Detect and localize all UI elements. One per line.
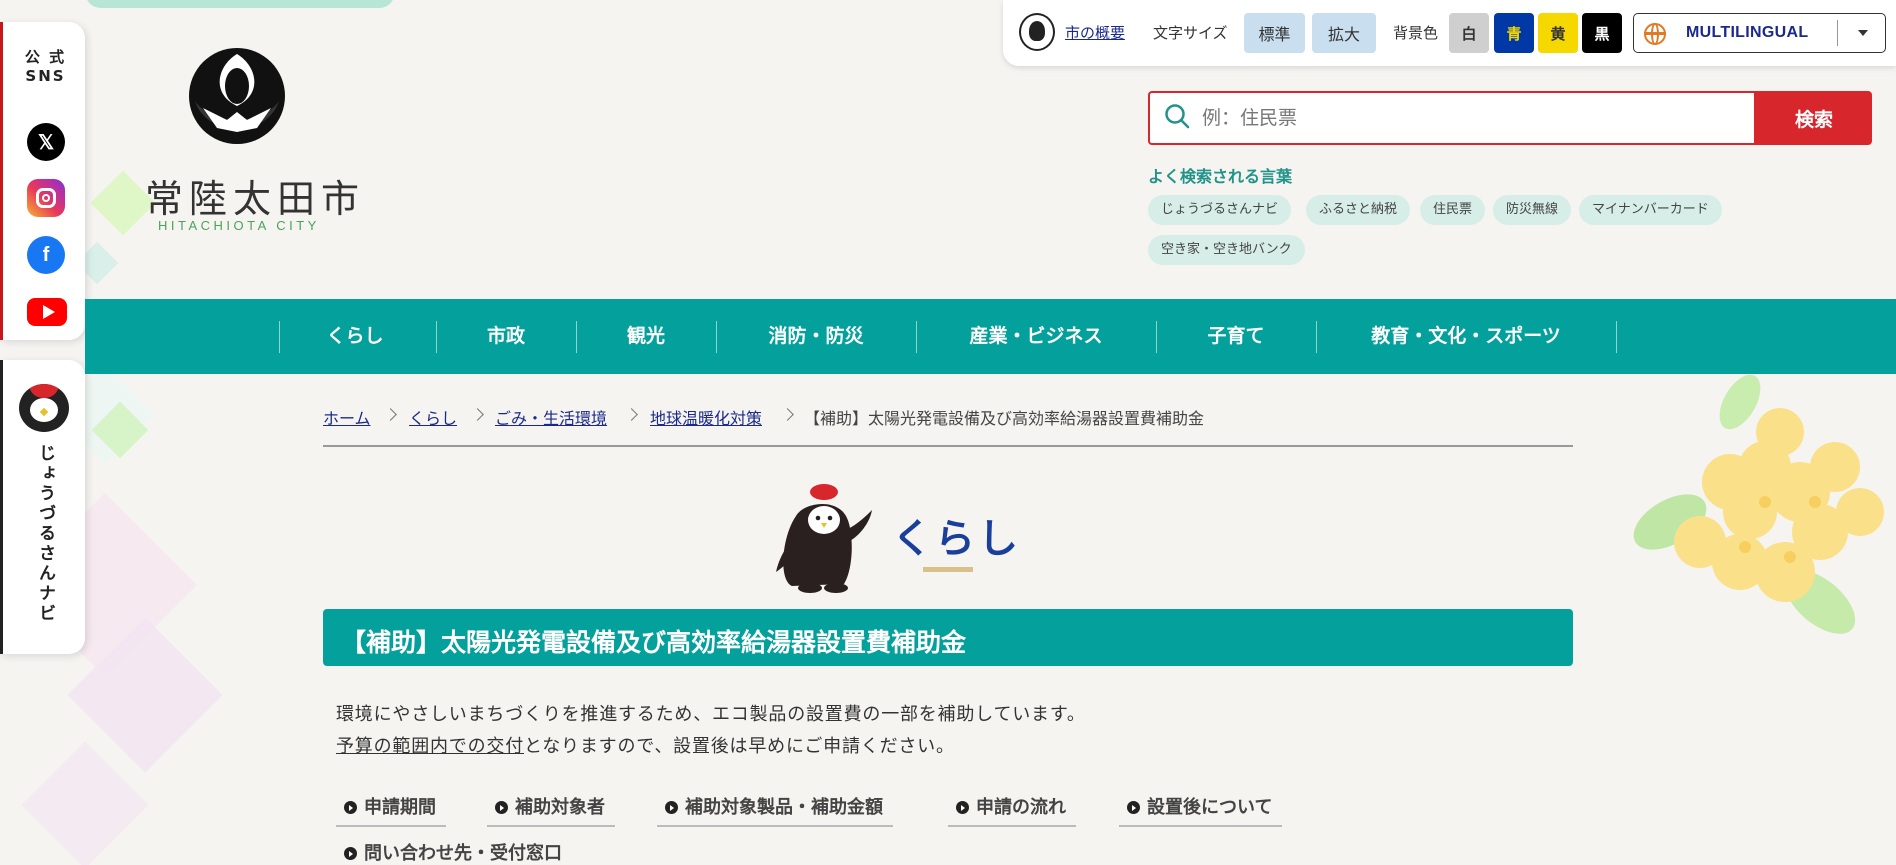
popular-keyword-chip[interactable]: ふるさと納税 xyxy=(1306,195,1411,225)
breadcrumb-current: 【補助】太陽光発電設備及び高効率給湯器設置費補助金 xyxy=(804,409,1205,428)
flower-illustration xyxy=(1633,374,1884,634)
bg-yellow-button[interactable]: 黄 xyxy=(1538,13,1578,53)
anchor-link[interactable]: 問い合わせ先・受付窓口 xyxy=(336,839,572,865)
city-name-english: HITACHIOTA CITY xyxy=(158,218,320,233)
navi-label[interactable]: じょうづるさんナビ xyxy=(3,444,88,644)
background-color-label: 背景色 xyxy=(1393,24,1439,42)
language-select[interactable]: MULTILINGUAL xyxy=(1633,13,1886,53)
anchor-link[interactable]: 申請の流れ xyxy=(948,793,1076,827)
arrow-circle-icon xyxy=(344,801,357,814)
facebook-icon[interactable]: f xyxy=(27,236,65,274)
font-size-standard-button[interactable]: 標準 xyxy=(1244,13,1305,53)
gnav-item-bosai[interactable]: 消防・防災 xyxy=(716,299,916,374)
gnav-item-shisei[interactable]: 市政 xyxy=(436,299,576,374)
breadcrumb-gomi[interactable]: ごみ・生活環境 xyxy=(495,405,607,429)
bg-white-button[interactable]: 白 xyxy=(1449,13,1489,53)
gnav-item-kosodate[interactable]: 子育て xyxy=(1156,299,1316,374)
navi-panel[interactable]: じょうづるさんナビ xyxy=(0,360,85,654)
gnav-item-kyoiku[interactable]: 教育・文化・スポーツ xyxy=(1316,299,1616,374)
arrow-circle-icon xyxy=(665,801,678,814)
arrow-circle-icon xyxy=(1127,801,1140,814)
search-input[interactable] xyxy=(1202,93,1742,143)
budget-link[interactable]: 予算の範囲内での交付 xyxy=(336,736,524,757)
anchor-link[interactable]: 補助対象製品・補助金額 xyxy=(657,793,893,827)
anchor-link[interactable]: 申請期間 xyxy=(336,793,446,827)
city-emblem-small-icon xyxy=(1019,13,1055,51)
youtube-icon[interactable] xyxy=(27,298,67,326)
divider xyxy=(323,445,1573,447)
globe-icon xyxy=(1644,23,1666,45)
city-emblem-icon[interactable] xyxy=(187,46,287,150)
bg-black-button[interactable]: 黒 xyxy=(1582,13,1622,53)
category-underline xyxy=(923,567,973,572)
search-button[interactable]: 検索 xyxy=(1756,91,1872,145)
popular-keyword-chip[interactable]: 空き家・空き地バンク xyxy=(1148,235,1305,265)
anchor-link[interactable]: 設置後について xyxy=(1119,793,1283,827)
chevron-right-icon xyxy=(625,408,638,421)
breadcrumb-home[interactable]: ホーム xyxy=(323,405,371,429)
popular-keyword-chip[interactable]: 住民票 xyxy=(1420,195,1486,225)
arrow-circle-icon xyxy=(344,847,357,860)
gnav-item-kurashi[interactable]: くらし xyxy=(279,299,431,374)
popular-keyword-chip[interactable]: マイナンバーカード xyxy=(1579,195,1722,225)
font-size-large-button[interactable]: 拡大 xyxy=(1312,13,1376,53)
mascot-icon xyxy=(776,484,872,593)
breadcrumb-kurashi[interactable]: くらし xyxy=(409,405,457,429)
chevron-right-icon xyxy=(471,408,484,421)
intro-text-2: 予算の範囲内での交付となりますので、設置後は早めにご申請ください。 xyxy=(336,736,955,757)
chevron-right-icon xyxy=(384,408,397,421)
utility-bar: 市の概要 文字サイズ 標準 拡大 背景色 白 青 黄 黒 MULTILINGUA… xyxy=(1003,0,1896,66)
global-navigation: くらし 市政 観光 消防・防災 産業・ビジネス 子育て 教育・文化・スポーツ xyxy=(85,299,1896,374)
search-box xyxy=(1148,91,1756,145)
gnav-item-business[interactable]: 産業・ビジネス xyxy=(916,299,1156,374)
sns-title: 公 式 SNS xyxy=(24,48,67,85)
bg-blue-button[interactable]: 青 xyxy=(1494,13,1534,53)
anchor-link[interactable]: 補助対象者 xyxy=(487,793,615,827)
category-title: くらし xyxy=(892,516,1021,562)
breadcrumb-ondanka[interactable]: 地球温暖化対策 xyxy=(650,405,762,429)
language-select-value: MULTILINGUAL xyxy=(1686,24,1809,41)
search-icon xyxy=(1165,104,1190,129)
chevron-right-icon xyxy=(781,408,794,421)
popular-keywords-title: よく検索される言葉 xyxy=(1148,167,1293,186)
arrow-circle-icon xyxy=(956,801,969,814)
caret-down-icon xyxy=(1858,30,1868,36)
font-size-label: 文字サイズ xyxy=(1153,24,1228,42)
page-title-bar: 【補助】太陽光発電設備及び高効率給湯器設置費補助金 xyxy=(323,609,1573,666)
decorative-diamond xyxy=(21,741,149,865)
city-name[interactable]: 常陸太田市 xyxy=(145,168,365,223)
x-icon[interactable]: 𝕏 xyxy=(27,123,65,161)
decorative-top-pill xyxy=(85,0,395,8)
intro-text: 環境にやさしいまちづくりを推進するため、エコ製品の設置費の一部を補助しています。 xyxy=(336,704,1086,725)
arrow-circle-icon xyxy=(495,801,508,814)
sns-panel: 公 式 SNS 𝕏 f xyxy=(0,22,85,340)
instagram-icon[interactable] xyxy=(27,179,65,217)
popular-keyword-chip[interactable]: じょうづるさんナビ xyxy=(1148,195,1292,225)
gnav-item-kanko[interactable]: 観光 xyxy=(576,299,716,374)
mascot-icon xyxy=(19,384,69,432)
page-title: 【補助】太陽光発電設備及び高効率給湯器設置費補助金 xyxy=(341,628,967,657)
city-overview-link[interactable]: 市の概要 xyxy=(1065,22,1125,43)
popular-keyword-chip[interactable]: 防災無線 xyxy=(1493,195,1572,225)
